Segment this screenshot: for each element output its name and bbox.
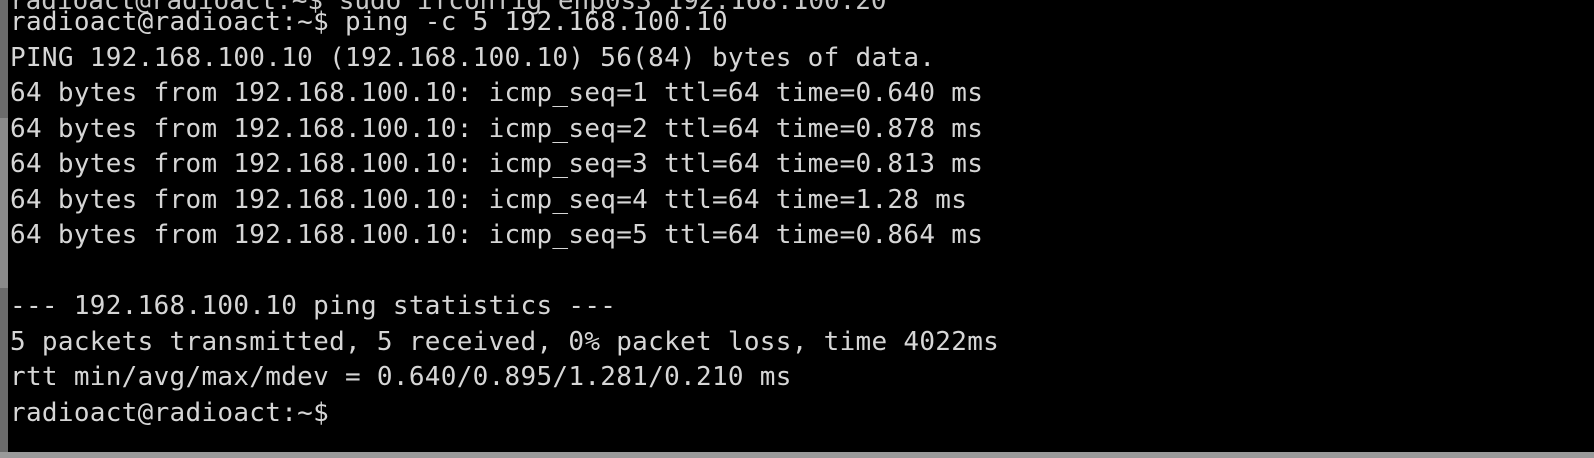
- window-bottom-border: [0, 452, 1594, 458]
- terminal-line-rtt-summary: rtt min/avg/max/mdev = 0.640/0.895/1.281…: [10, 362, 792, 392]
- terminal-line-reply-3: 64 bytes from 192.168.100.10: icmp_seq=3…: [10, 149, 984, 179]
- terminal-line-reply-1: 64 bytes from 192.168.100.10: icmp_seq=1…: [10, 78, 984, 108]
- terminal-line-reply-5: 64 bytes from 192.168.100.10: icmp_seq=5…: [10, 220, 984, 250]
- terminal-line-stats-header: --- 192.168.100.10 ping statistics ---: [10, 291, 617, 321]
- scrollbar-thumb[interactable]: [0, 118, 8, 288]
- terminal-line-reply-4: 64 bytes from 192.168.100.10: icmp_seq=4…: [10, 184, 968, 215]
- terminal-line-ping-header: PING 192.168.100.10 (192.168.100.10) 56(…: [10, 42, 936, 73]
- scrollbar[interactable]: [0, 0, 8, 458]
- terminal-window[interactable]: radioact@radioact:~$ sudo ifconfig enp0s…: [0, 0, 1594, 458]
- terminal-line-packet-summary: 5 packets transmitted, 5 received, 0% pa…: [10, 326, 1000, 357]
- terminal-output[interactable]: radioact@radioact:~$ ping -c 5 192.168.1…: [10, 5, 999, 431]
- terminal-line-command: radioact@radioact:~$ ping -c 5 192.168.1…: [10, 7, 728, 37]
- terminal-prompt[interactable]: radioact@radioact:~$: [10, 396, 999, 432]
- terminal-line-reply-2: 64 bytes from 192.168.100.10: icmp_seq=2…: [10, 113, 984, 144]
